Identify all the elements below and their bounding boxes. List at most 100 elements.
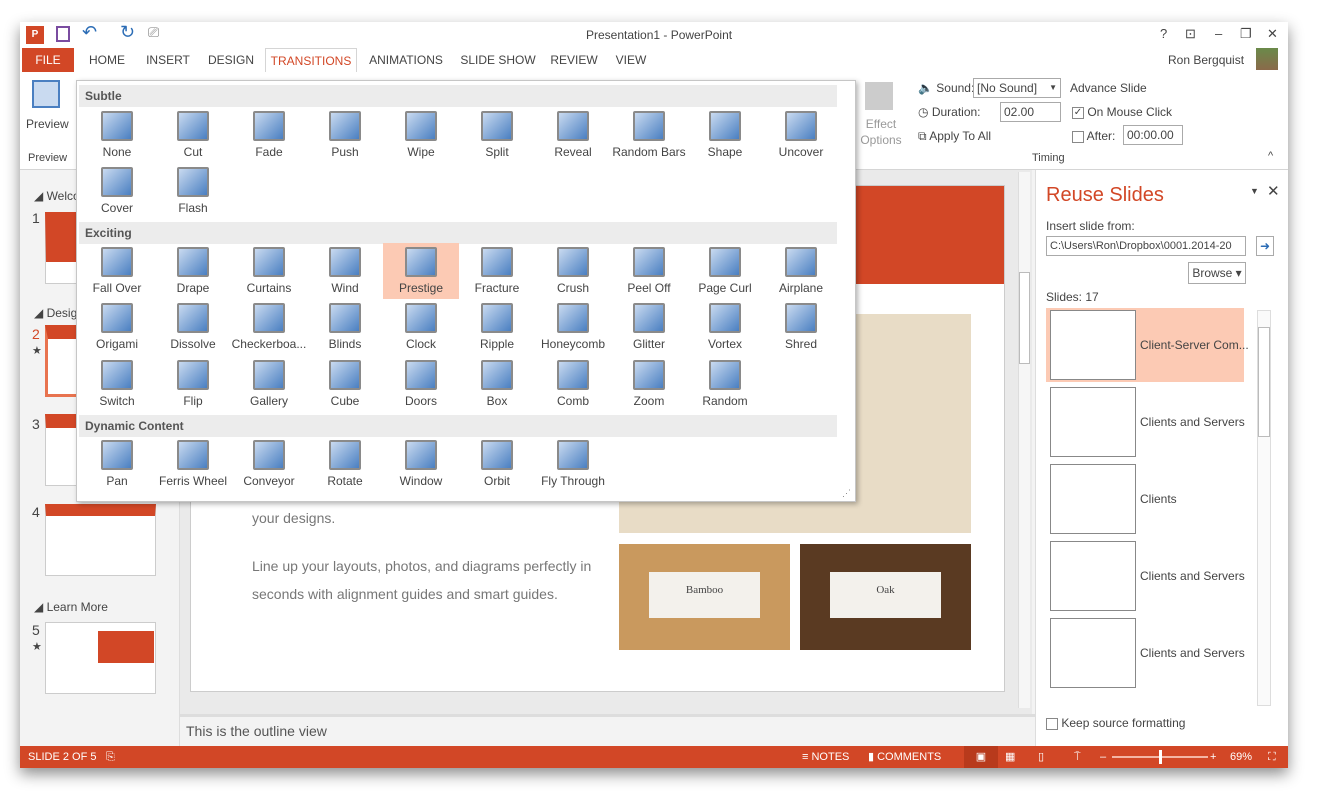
transition-fly-through[interactable]: Fly Through xyxy=(535,436,611,492)
undo-icon[interactable]: ↶ xyxy=(82,22,97,43)
slide-image-oak[interactable]: Oak xyxy=(800,544,971,650)
tab-view[interactable]: VIEW xyxy=(610,48,652,72)
slide-sorter-icon[interactable]: ▦ xyxy=(1005,746,1015,768)
transition-reveal[interactable]: Reveal xyxy=(535,107,611,163)
after-checkbox[interactable]: After: xyxy=(1072,129,1115,143)
transition-prestige[interactable]: Prestige xyxy=(383,243,459,299)
duration-input[interactable]: 02.00 xyxy=(1000,102,1061,122)
transition-origami[interactable]: Origami xyxy=(79,299,155,355)
section-welcome[interactable]: ◢ Welco xyxy=(34,189,80,203)
transition-random[interactable]: Random xyxy=(687,356,763,412)
effect-options-button[interactable]: Effect Options xyxy=(856,116,906,148)
notes-text[interactable]: This is the outline view xyxy=(186,723,327,739)
ribbon-display-icon[interactable]: ⊡ xyxy=(1185,26,1196,42)
transition-conveyor[interactable]: Conveyor xyxy=(231,436,307,492)
tab-animations[interactable]: ANIMATIONS xyxy=(364,48,448,72)
reuse-slide-item[interactable]: Clients and Servers xyxy=(1046,539,1245,613)
zoom-slider[interactable] xyxy=(1112,750,1208,764)
transition-ferris-wheel[interactable]: Ferris Wheel xyxy=(155,436,231,492)
resize-grip-icon[interactable]: ⋰ xyxy=(842,488,851,499)
apply-to-all-button[interactable]: ⧉ Apply To All xyxy=(918,129,991,144)
transition-vortex[interactable]: Vortex xyxy=(687,299,763,355)
slide-thumbnail-4[interactable] xyxy=(45,504,156,576)
fit-to-window-icon[interactable]: ⛶ xyxy=(1268,746,1276,768)
restore-icon[interactable]: ❐ xyxy=(1240,26,1252,42)
effect-options-icon[interactable] xyxy=(865,82,893,110)
tab-insert[interactable]: INSERT xyxy=(142,48,194,72)
transition-blinds[interactable]: Blinds xyxy=(307,299,383,355)
on-mouse-click-checkbox[interactable]: ✓ On Mouse Click xyxy=(1072,105,1172,119)
slide-source-input[interactable]: C:\Users\Ron\Dropbox\0001.2014-20 xyxy=(1046,236,1246,256)
tab-home[interactable]: HOME xyxy=(82,48,132,72)
collapse-ribbon-icon[interactable]: ^ xyxy=(1268,150,1273,162)
spell-check-icon[interactable]: ⎘ xyxy=(106,746,115,768)
transition-crush[interactable]: Crush xyxy=(535,243,611,299)
transition-box[interactable]: Box xyxy=(459,356,535,412)
transition-drape[interactable]: Drape xyxy=(155,243,231,299)
transition-gallery[interactable]: Gallery xyxy=(231,356,307,412)
transition-push[interactable]: Push xyxy=(307,107,383,163)
transition-uncover[interactable]: Uncover xyxy=(763,107,839,163)
transition-airplane[interactable]: Airplane xyxy=(763,243,839,299)
reading-view-icon[interactable]: ▯ xyxy=(1038,746,1044,768)
transition-shred[interactable]: Shred xyxy=(763,299,839,355)
go-arrow-icon[interactable]: ➜ xyxy=(1256,236,1274,256)
tab-design[interactable]: DESIGN xyxy=(204,48,258,72)
transition-window[interactable]: Window xyxy=(383,436,459,492)
preview-icon[interactable] xyxy=(32,80,60,108)
comments-button[interactable]: ▮ COMMENTS xyxy=(868,746,941,768)
transition-split[interactable]: Split xyxy=(459,107,535,163)
zoom-in-icon[interactable]: + xyxy=(1210,746,1216,768)
help-icon[interactable]: ? xyxy=(1160,26,1167,41)
transition-cut[interactable]: Cut xyxy=(155,107,231,163)
transition-switch[interactable]: Switch xyxy=(79,356,155,412)
transition-checkerboa[interactable]: Checkerboa... xyxy=(231,299,307,355)
keep-source-formatting-checkbox[interactable]: Keep source formatting xyxy=(1046,716,1185,730)
transition-fracture[interactable]: Fracture xyxy=(459,243,535,299)
avatar[interactable] xyxy=(1256,48,1278,70)
transition-dissolve[interactable]: Dissolve xyxy=(155,299,231,355)
tab-file[interactable]: FILE xyxy=(22,48,74,72)
transition-shape[interactable]: Shape xyxy=(687,107,763,163)
slide-show-icon[interactable]: ⍑ xyxy=(1074,746,1081,768)
after-input[interactable]: 00:00.00 xyxy=(1123,125,1183,145)
slide-thumbnail-5[interactable] xyxy=(45,622,156,694)
transition-orbit[interactable]: Orbit xyxy=(459,436,535,492)
section-design[interactable]: ◢ Desig xyxy=(34,306,77,320)
transition-doors[interactable]: Doors xyxy=(383,356,459,412)
transition-clock[interactable]: Clock xyxy=(383,299,459,355)
transition-none[interactable]: None xyxy=(79,107,155,163)
tab-review[interactable]: REVIEW xyxy=(548,48,600,72)
transition-wind[interactable]: Wind xyxy=(307,243,383,299)
transition-fall-over[interactable]: Fall Over xyxy=(79,243,155,299)
transition-page-curl[interactable]: Page Curl xyxy=(687,243,763,299)
reuse-slide-item[interactable]: Client-Server Com... xyxy=(1046,308,1249,382)
transition-cube[interactable]: Cube xyxy=(307,356,383,412)
normal-view-icon[interactable]: ▣ xyxy=(964,746,998,768)
transition-flash[interactable]: Flash xyxy=(155,163,231,219)
notes-pane[interactable]: This is the outline view xyxy=(180,714,1035,746)
transition-curtains[interactable]: Curtains xyxy=(231,243,307,299)
transition-fade[interactable]: Fade xyxy=(231,107,307,163)
notes-button[interactable]: ≡ NOTES xyxy=(802,746,849,768)
slide-image-bamboo[interactable]: Bamboo xyxy=(619,544,790,650)
reuse-slide-item[interactable]: Clients xyxy=(1046,462,1244,536)
transition-comb[interactable]: Comb xyxy=(535,356,611,412)
close-icon[interactable]: ✕ xyxy=(1267,26,1278,42)
transition-ripple[interactable]: Ripple xyxy=(459,299,535,355)
minimize-icon[interactable]: – xyxy=(1215,26,1222,41)
preview-button[interactable]: Preview xyxy=(26,117,69,131)
sound-dropdown[interactable]: [No Sound] ▼ xyxy=(973,78,1061,98)
transition-pan[interactable]: Pan xyxy=(79,436,155,492)
reuse-scrollbar[interactable] xyxy=(1257,310,1271,706)
section-learn-more[interactable]: ◢ Learn More xyxy=(34,600,108,614)
close-pane-icon[interactable]: ✕ xyxy=(1267,182,1280,200)
transition-zoom[interactable]: Zoom xyxy=(611,356,687,412)
tab-transitions[interactable]: TRANSITIONS xyxy=(265,48,357,72)
start-from-beginning-icon[interactable]: ⎚ xyxy=(148,24,159,41)
zoom-out-icon[interactable]: – xyxy=(1100,746,1106,768)
pane-options-icon[interactable]: ▼ xyxy=(1250,186,1259,196)
reuse-slide-item[interactable]: Clients and Servers xyxy=(1046,385,1245,459)
browse-button[interactable]: Browse ▾ xyxy=(1188,262,1246,284)
redo-icon[interactable]: ↻ xyxy=(120,22,135,43)
